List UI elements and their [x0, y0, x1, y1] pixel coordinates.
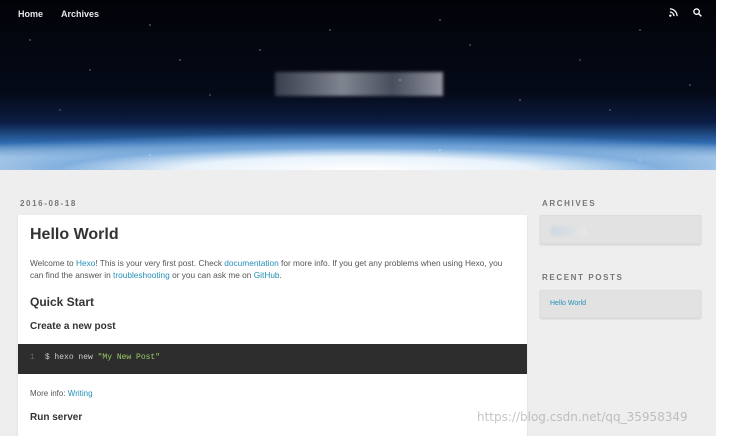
sidebar-archives-title: ARCHIVES: [542, 199, 597, 208]
search-icon[interactable]: [692, 8, 702, 19]
github-link[interactable]: GitHub: [254, 270, 280, 280]
intro-text-1: Welcome to: [30, 258, 76, 268]
recent-posts-widget: Hello World: [540, 290, 701, 318]
post-title[interactable]: Hello World: [30, 226, 119, 244]
nav-archives-link[interactable]: Archives: [61, 9, 99, 19]
create-post-heading: Create a new post: [30, 321, 116, 332]
post-article: Hello World Welcome to Hexo! This is you…: [18, 215, 527, 436]
code-line-number: 1: [30, 353, 35, 362]
header-banner: Home Archives: [0, 0, 716, 170]
post-date[interactable]: 2016-08-18: [20, 199, 77, 208]
intro-text-5: .: [279, 270, 282, 280]
recent-post-link[interactable]: Hello World: [550, 300, 586, 307]
rss-icon[interactable]: [668, 8, 678, 19]
watermark: https://blog.csdn.net/qq_35958349: [477, 410, 688, 424]
run-server-heading: Run server: [30, 412, 83, 423]
code-block: 1 $ hexo new "My New Post": [18, 344, 527, 374]
site-title-blurred[interactable]: [275, 72, 443, 96]
post-intro: Welcome to Hexo! This is your very first…: [30, 257, 515, 281]
intro-text-2: ! This is your very first post. Check: [95, 258, 225, 268]
more-info: More info: Writing: [30, 389, 93, 398]
more-info-label: More info:: [30, 389, 68, 398]
troubleshooting-link[interactable]: troubleshooting: [113, 270, 170, 280]
main-nav: Home Archives: [18, 9, 99, 19]
quick-start-heading: Quick Start: [30, 295, 95, 309]
code-string: "My New Post": [97, 353, 161, 362]
intro-text-4: or you can ask me on: [169, 270, 254, 280]
nav-home-link[interactable]: Home: [18, 9, 43, 19]
documentation-link[interactable]: documentation: [224, 258, 278, 268]
writing-link[interactable]: Writing: [68, 389, 93, 398]
archives-widget: [540, 215, 701, 244]
sidebar-recent-title: RECENT POSTS: [542, 273, 624, 282]
nav-icons: [668, 8, 702, 19]
archive-link-blurred[interactable]: [551, 226, 587, 236]
hexo-link[interactable]: Hexo: [76, 258, 95, 268]
code-command: $ hexo new: [44, 353, 98, 362]
